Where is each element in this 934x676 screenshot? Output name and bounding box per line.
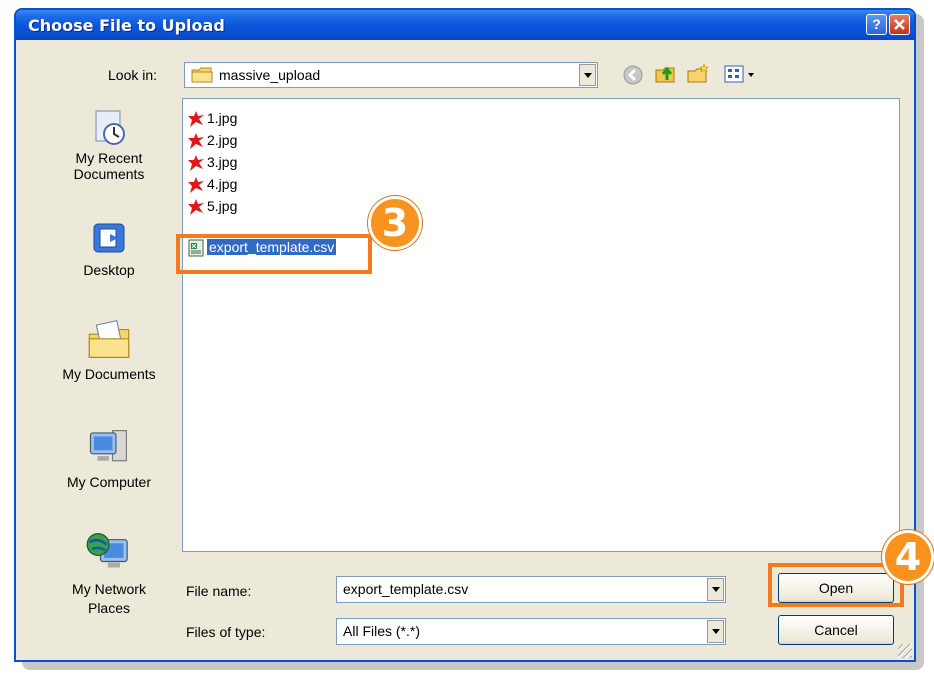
place-label: Desktop — [83, 262, 135, 278]
file-type-arrow[interactable] — [707, 620, 724, 643]
open-highlight — [768, 563, 904, 607]
up-folder-icon[interactable] — [654, 62, 678, 86]
cancel-button[interactable]: Cancel — [778, 615, 894, 645]
file-name-label: File name: — [186, 583, 252, 599]
place-desktop[interactable]: Desktop — [46, 220, 172, 278]
file-list[interactable]: 1.jpg 2.jpg 3.jpg 4.jpg 5.jpg export_tem… — [182, 98, 900, 552]
place-recent-documents[interactable]: My Recent Documents — [46, 108, 172, 182]
list-item[interactable]: 4.jpg — [187, 174, 237, 194]
place-label: My Network Places — [72, 581, 146, 616]
list-item[interactable]: 3.jpg — [187, 152, 237, 172]
view-menu-icon[interactable] — [724, 64, 758, 86]
file-name-value: export_template.csv — [343, 581, 469, 597]
look-in-value: massive_upload — [219, 67, 321, 83]
file-name: 4.jpg — [207, 176, 238, 192]
list-item[interactable]: 1.jpg — [187, 108, 237, 128]
place-my-documents[interactable]: My Documents — [46, 318, 172, 382]
file-name-input[interactable]: export_template.csv — [336, 576, 726, 603]
look-in-label: Look in: — [108, 67, 158, 83]
desktop-icon — [93, 223, 125, 253]
file-name: 2.jpg — [207, 132, 238, 148]
my-documents-icon — [88, 320, 130, 358]
image-file-icon — [188, 177, 204, 194]
list-item[interactable]: 2.jpg — [187, 130, 237, 150]
look-in-dropdown[interactable]: massive_upload — [184, 62, 598, 88]
help-button[interactable]: ? — [866, 14, 887, 35]
file-name: 3.jpg — [207, 154, 238, 170]
file-name: 5.jpg — [207, 198, 238, 214]
file-type-value: All Files (*.*) — [343, 623, 421, 639]
new-folder-icon[interactable] — [686, 62, 710, 86]
back-icon[interactable] — [622, 64, 644, 86]
file-name-arrow[interactable] — [707, 578, 724, 601]
recent-documents-icon — [95, 110, 125, 145]
place-my-computer[interactable]: My Computer — [46, 426, 172, 490]
file-type-label: Files of type: — [186, 624, 266, 640]
place-label: My Computer — [66, 474, 152, 490]
resize-grip[interactable] — [898, 644, 912, 658]
dialog-title: Choose File to Upload — [28, 16, 225, 35]
file-type-dropdown[interactable]: All Files (*.*) — [336, 618, 726, 645]
place-network-places[interactable]: My Network Places — [46, 530, 172, 618]
my-computer-icon — [89, 430, 127, 462]
close-icon — [894, 19, 905, 30]
close-button[interactable] — [889, 14, 910, 35]
selection-highlight — [176, 234, 372, 274]
title-bar[interactable]: Choose File to Upload ? — [16, 10, 914, 40]
place-label: My Recent Documents — [73, 150, 145, 182]
file-name: 1.jpg — [207, 110, 238, 126]
folder-icon — [191, 67, 213, 83]
places-bar: My Recent Documents Desktop My Documents — [46, 100, 172, 640]
image-file-icon — [188, 133, 204, 150]
image-file-icon — [188, 199, 204, 216]
image-file-icon — [188, 111, 204, 128]
step-badge-4: 4 — [882, 530, 934, 584]
list-item[interactable]: 5.jpg — [187, 196, 237, 216]
place-label: My Documents — [62, 366, 156, 382]
step-badge-3: 3 — [368, 196, 422, 250]
image-file-icon — [188, 155, 204, 172]
network-places-icon — [86, 533, 128, 568]
look-in-arrow[interactable] — [579, 64, 596, 86]
